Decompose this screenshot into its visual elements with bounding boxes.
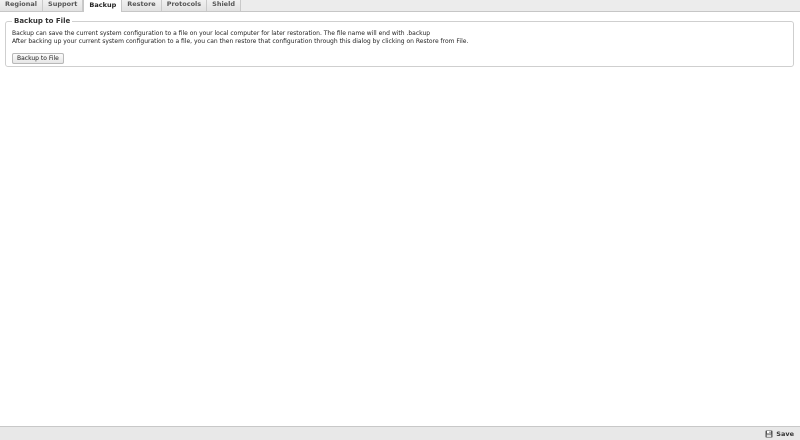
description-line-2: After backing up your current system con… <box>12 37 469 45</box>
tab-content: Backup to File Backup can save the curre… <box>0 12 800 426</box>
tab-backup[interactable]: Backup <box>83 0 123 12</box>
save-button[interactable]: Save <box>765 429 794 439</box>
floppy-disk-icon <box>765 430 773 438</box>
backup-to-file-section: Backup to File Backup can save the curre… <box>5 17 794 67</box>
description-line-1: Backup can save the current system confi… <box>12 30 431 37</box>
tab-bar: Regional Support Backup Restore Protocol… <box>0 0 800 12</box>
save-label: Save <box>776 430 794 438</box>
tab-shield[interactable]: Shield <box>207 0 241 11</box>
tab-support[interactable]: Support <box>43 0 84 11</box>
tab-protocols[interactable]: Protocols <box>161 0 208 11</box>
footer-bar: Save <box>0 426 800 440</box>
tab-restore[interactable]: Restore <box>122 0 162 11</box>
section-description: Backup can save the current system confi… <box>12 30 787 45</box>
tab-regional[interactable]: Regional <box>0 0 44 11</box>
backup-to-file-button[interactable]: Backup to File <box>12 53 64 64</box>
section-title: Backup to File <box>14 17 71 25</box>
